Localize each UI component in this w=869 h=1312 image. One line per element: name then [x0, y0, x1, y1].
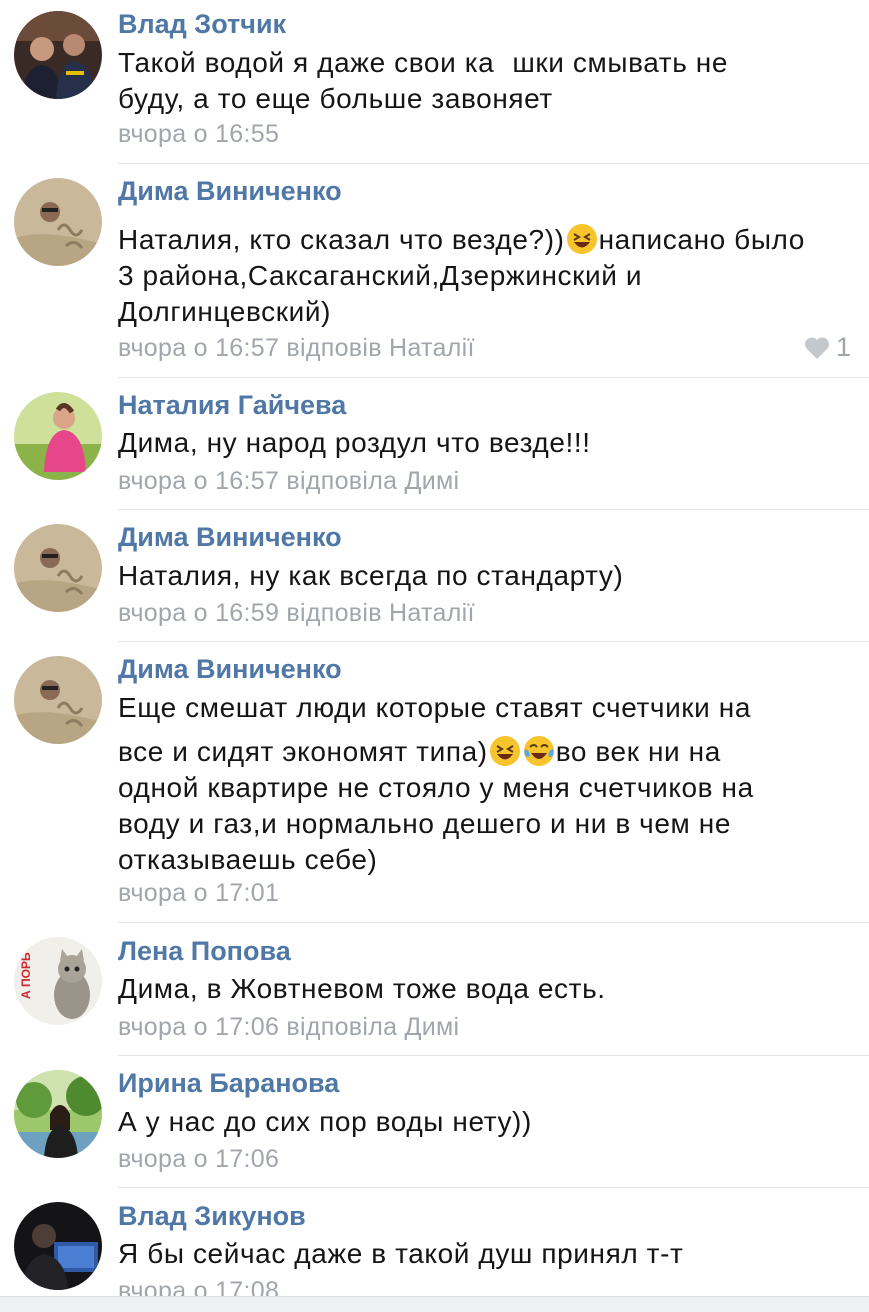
avatar-dark-icon — [14, 1202, 102, 1290]
comment-text: Еще смешат люди которые ставят счетчики … — [118, 690, 858, 878]
comment-text: Я бы сейчас даже в такой душ принял т-т — [118, 1236, 858, 1272]
comment-time[interactable]: вчора о 16:55 — [118, 120, 279, 148]
avatar[interactable] — [14, 392, 102, 480]
comment-text-line: буду, а то еще больше завоняет — [118, 83, 553, 114]
avatar-sand-icon — [14, 656, 102, 744]
avatar-woman-icon — [14, 392, 102, 480]
avatar[interactable] — [14, 1070, 102, 1158]
comment-text: Дима, ну народ роздул что везде!!! — [118, 425, 858, 461]
comment-time[interactable]: вчора о 16:57 — [118, 334, 279, 362]
comment-meta: вчора о 17:06 — [118, 1144, 279, 1174]
comment-meta: вчора о 17:01 — [118, 878, 279, 908]
like-count: 1 — [835, 332, 851, 362]
reply-to-link[interactable]: відповів Наталії — [286, 334, 474, 362]
divider — [118, 509, 869, 510]
comment-text-line: Такой водой я даже свои ка шки смывать не — [118, 47, 729, 78]
comment-text-line: одной квартире не стояло у меня счетчико… — [118, 772, 754, 803]
comment-text-line: воду и газ,и нормально дешего и ни в чем… — [118, 808, 731, 839]
comment-author[interactable]: Дима Виниченко — [118, 175, 342, 207]
comment-author[interactable]: Дима Виниченко — [118, 521, 342, 553]
avatar[interactable] — [14, 524, 102, 612]
comment-author[interactable]: Наталия Гайчева — [118, 389, 346, 421]
comment-text-line: 3 района,Саксаганский,Дзержинский и — [118, 260, 643, 291]
avatar-caption: А ПОРЬ — [19, 952, 33, 999]
bottom-bar — [0, 1296, 869, 1312]
avatar[interactable]: А ПОРЬ — [14, 937, 102, 1025]
heart-icon — [804, 336, 829, 359]
comment-author[interactable]: Ирина Баранова — [118, 1067, 339, 1099]
avatar[interactable] — [14, 1202, 102, 1290]
avatar-cat-icon: А ПОРЬ — [14, 937, 102, 1025]
tears-of-joy-emoji-icon — [523, 736, 554, 766]
comment-text-line: Еще смешат люди которые ставят счетчики … — [118, 692, 752, 723]
comment-time[interactable]: вчора о 16:57 — [118, 467, 279, 495]
comment-text-line: Дима, в Жовтневом тоже вода есть. — [118, 973, 606, 1004]
comment-text-line: Наталия, кто сказал что везде?)) написано… — [118, 224, 805, 255]
like-button[interactable]: 1 — [804, 332, 851, 363]
comment-time[interactable]: вчора о 17:01 — [118, 879, 279, 907]
divider — [118, 163, 869, 164]
comment-text-line: отказываешь себе) — [118, 844, 378, 875]
divider — [118, 377, 869, 378]
avatar[interactable] — [14, 178, 102, 266]
avatar-park-icon — [14, 1070, 102, 1158]
comment-author[interactable]: Лена Попова — [118, 935, 291, 967]
comment-text-line: Дима, ну народ роздул что везде!!! — [118, 427, 591, 458]
divider — [118, 1187, 869, 1188]
comment-text: А у нас до сих пор воды нету)) — [118, 1104, 858, 1140]
avatar[interactable] — [14, 11, 102, 99]
comment-text-line: Долгинцевский) — [118, 296, 331, 327]
reply-to-link[interactable]: відповіла Димі — [286, 1013, 459, 1041]
comment-author[interactable]: Влад Зикунов — [118, 1200, 306, 1232]
reply-to-link[interactable]: відповів Наталії — [286, 599, 474, 627]
comment-time[interactable]: вчора о 16:59 — [118, 599, 279, 627]
divider — [118, 1055, 869, 1056]
comment-meta: вчора о 16:59 відповів Наталії — [118, 598, 475, 628]
comment-text-line: все и сидят экономят типа) во век ни на — [118, 736, 721, 767]
comment-text: Наталия, ну как всегда по стандарту) — [118, 558, 858, 594]
comment-time[interactable]: вчора о 17:06 — [118, 1013, 279, 1041]
avatar[interactable] — [14, 656, 102, 744]
comment-text: Дима, в Жовтневом тоже вода есть. — [118, 971, 858, 1007]
laughing-emoji-icon — [489, 736, 520, 766]
comment-meta: вчора о 16:57 відповіла Димі — [118, 466, 459, 496]
comment-text-line: Я бы сейчас даже в такой душ принял т-т — [118, 1238, 684, 1269]
divider — [118, 922, 869, 923]
comment-text: Наталия, кто сказал что везде?)) написано… — [118, 222, 858, 330]
comment-text-line: Наталия, ну как всегда по стандарту) — [118, 560, 624, 591]
comment-time[interactable]: вчора о 17:06 — [118, 1145, 279, 1173]
comment-author[interactable]: Влад Зотчик — [118, 8, 286, 40]
laughing-emoji-icon — [566, 224, 597, 254]
reply-to-link[interactable]: відповіла Димі — [286, 467, 459, 495]
comment-text-line: А у нас до сих пор воды нету)) — [118, 1106, 532, 1137]
comment-text: Такой водой я даже свои ка шки смывать не… — [118, 45, 858, 117]
comment-author[interactable]: Дима Виниченко — [118, 653, 342, 685]
comment-meta: вчора о 16:55 — [118, 119, 279, 149]
avatar-sand-icon — [14, 524, 102, 612]
avatar-man-icon — [14, 11, 102, 99]
comment-meta: вчора о 16:57 відповів Наталії — [118, 333, 475, 363]
avatar-sand-icon — [14, 178, 102, 266]
divider — [118, 641, 869, 642]
comment-meta: вчора о 17:06 відповіла Димі — [118, 1012, 459, 1042]
